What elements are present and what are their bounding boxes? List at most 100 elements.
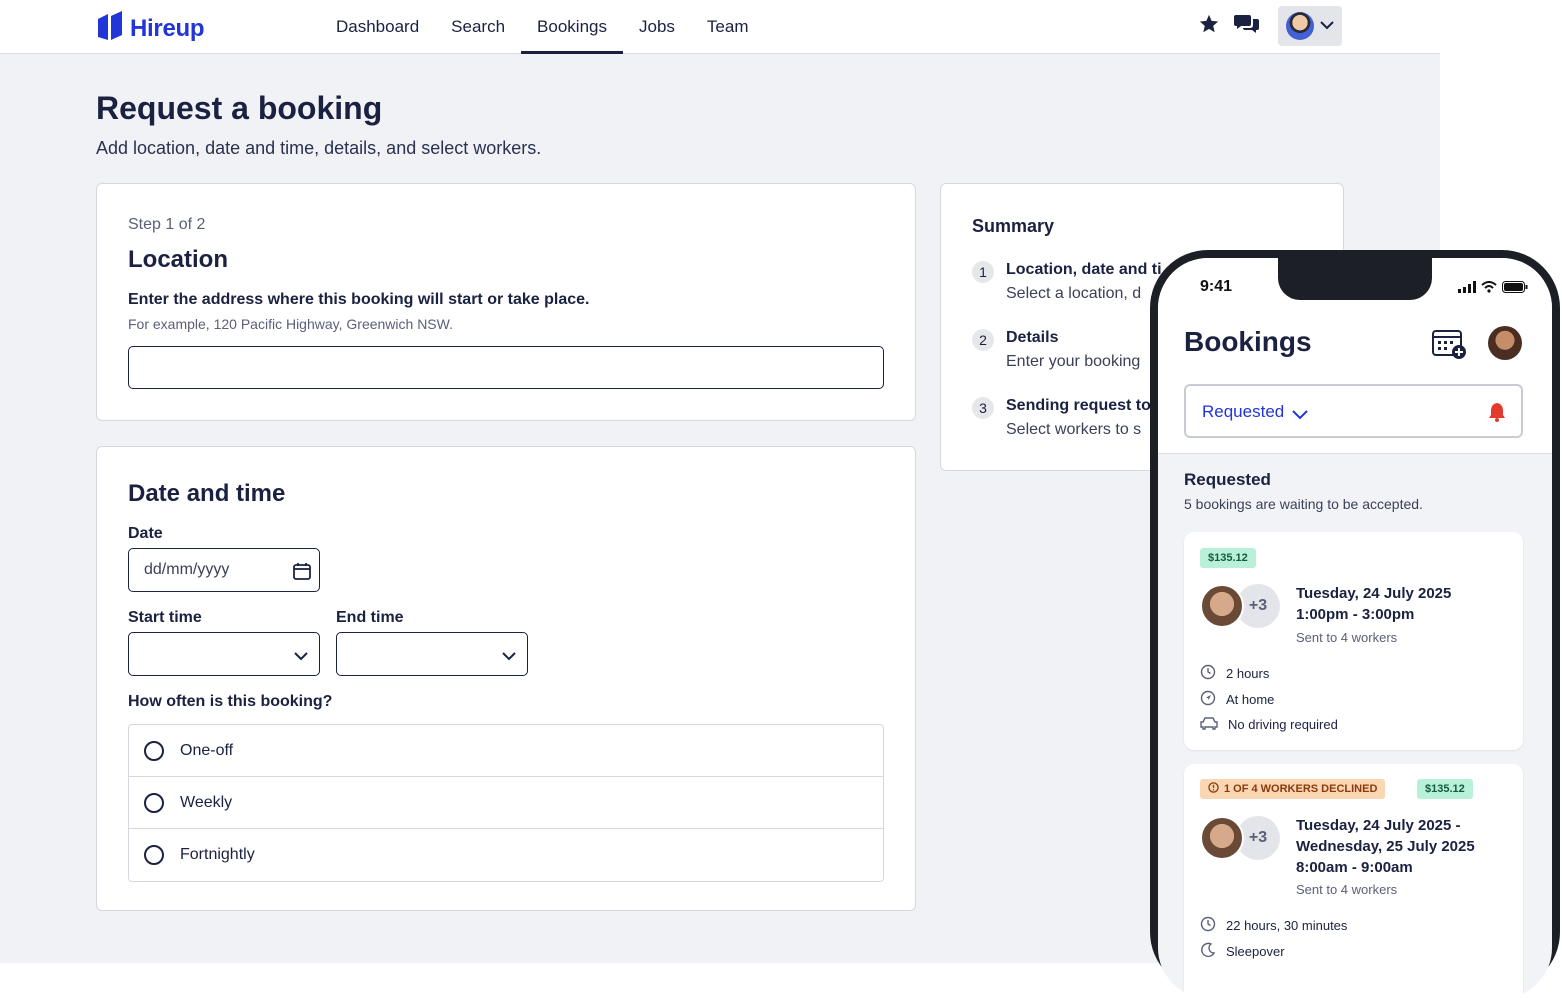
account-menu-button[interactable]	[1278, 6, 1342, 46]
booking-duration: 22 hours, 30 minutes	[1200, 916, 1347, 935]
booking-duration: 2 hours	[1200, 664, 1269, 683]
booking-location: At home	[1200, 690, 1274, 709]
requested-section-title: Requested	[1184, 470, 1271, 489]
radio-button[interactable]	[144, 792, 164, 813]
user-avatar	[1286, 12, 1314, 40]
option-label: Weekly	[180, 793, 233, 811]
booking-sent-status: Sent to 4 workers	[1296, 630, 1398, 645]
star-icon	[1198, 13, 1220, 40]
location-title: Location	[128, 246, 228, 273]
navigation-icon	[1200, 690, 1216, 709]
start-time-label: Start time	[128, 609, 202, 626]
brand-name: Hireup	[130, 14, 205, 42]
phone-notch	[1278, 258, 1432, 300]
nav-dashboard[interactable]: Dashboard	[320, 0, 435, 54]
booking-date-line: Tuesday, 24 July 2025 -	[1296, 817, 1461, 834]
date-input[interactable]: dd/mm/yyyy	[128, 548, 320, 592]
nav-bookings[interactable]: Bookings	[521, 0, 623, 54]
booking-sent-status: Sent to 4 workers	[1296, 882, 1398, 897]
step-description: Enter your booking	[1006, 353, 1141, 370]
status-time: 9:41	[1200, 278, 1233, 295]
chevron-down-icon	[1320, 17, 1334, 35]
nav-team[interactable]: Team	[691, 0, 765, 54]
summary-title: Summary	[972, 216, 1055, 236]
booking-status-filter[interactable]: Requested	[1184, 384, 1523, 438]
step-number: 2	[972, 329, 994, 351]
alert-circle-icon	[1208, 782, 1219, 796]
duration-text: 2 hours	[1226, 666, 1270, 681]
date-time-card: Date and time Date dd/mm/yyyy Start time…	[96, 446, 916, 911]
page-title: Request a booking	[96, 90, 383, 126]
option-label: Fortnightly	[180, 846, 255, 863]
phone-user-avatar[interactable]	[1488, 326, 1522, 360]
booking-date: Tuesday, 24 July 2025 - Wednesday, 25 Ju…	[1296, 815, 1475, 878]
booking-date-line: Wednesday, 25 July 2025	[1296, 838, 1475, 855]
booking-time-line: 1:00pm - 3:00pm	[1296, 606, 1415, 623]
booking-driving: No driving required	[1200, 716, 1338, 733]
date-time-title: Date and time	[128, 480, 286, 507]
page-subtitle: Add location, date and time, details, an…	[96, 138, 542, 158]
start-time-select[interactable]	[128, 632, 320, 676]
price-badge: $135.12	[1417, 779, 1473, 799]
declined-warning-text: 1 OF 4 WORKERS DECLINED	[1224, 783, 1378, 795]
phone-screen: 9:41 Bookings Requested Requested 5 book…	[1158, 258, 1552, 998]
chevron-down-icon	[502, 648, 516, 666]
radio-button[interactable]	[144, 845, 164, 865]
nav-jobs[interactable]: Jobs	[623, 0, 691, 54]
frequency-option-weekly[interactable]: Weekly	[129, 777, 883, 829]
phone-header: 9:41 Bookings Requested	[1158, 258, 1552, 454]
chevron-down-icon	[1292, 407, 1308, 425]
shift-type-text: Sleepover	[1226, 944, 1285, 959]
phone-mockup: 9:41 Bookings Requested Requested 5 book…	[1150, 250, 1560, 998]
brand-logo[interactable]: Hireup	[96, 11, 205, 46]
frequency-option-fortnightly[interactable]: Fortnightly	[129, 829, 883, 881]
battery-icon	[1502, 280, 1528, 298]
date-placeholder: dd/mm/yyyy	[144, 561, 230, 578]
booking-shift-type: Sleepover	[1200, 942, 1285, 961]
clock-icon	[1200, 664, 1216, 683]
frequency-option-one-off[interactable]: One-off	[129, 725, 883, 777]
address-input[interactable]	[128, 346, 884, 389]
worker-avatar	[1200, 816, 1244, 860]
step-description: Select workers to s	[1006, 421, 1142, 438]
moon-icon	[1200, 942, 1216, 961]
step-description: Select a location, d	[1006, 285, 1142, 302]
booking-card[interactable]: $135.12 +3 Tuesday, 24 July 2025 1:00pm …	[1184, 532, 1523, 750]
declined-warning-badge: 1 OF 4 WORKERS DECLINED	[1200, 779, 1386, 799]
price-badge: $135.12	[1200, 548, 1256, 568]
car-icon	[1200, 716, 1218, 733]
calendar-icon[interactable]	[292, 561, 312, 586]
phone-title: Bookings	[1184, 326, 1312, 357]
signal-icon	[1458, 280, 1476, 298]
worker-avatar	[1200, 584, 1244, 628]
main-nav: Dashboard Search Bookings Jobs Team	[320, 0, 764, 54]
step-number: 1	[972, 261, 994, 283]
status-icons	[1458, 280, 1528, 298]
address-hint: For example, 120 Pacific Highway, Greenw…	[128, 316, 453, 332]
hireup-logo-icon	[96, 11, 124, 46]
favourites-button[interactable]	[1190, 6, 1228, 46]
frequency-radio-group: One-off Weekly Fortnightly	[128, 724, 884, 882]
end-time-select[interactable]	[336, 632, 528, 676]
address-label: Enter the address where this booking wil…	[128, 291, 590, 308]
booking-date-line: Tuesday, 24 July 2025	[1296, 585, 1452, 602]
chevron-down-icon	[294, 648, 308, 666]
frequency-label: How often is this booking?	[128, 693, 333, 710]
step-number: 3	[972, 397, 994, 419]
end-time-label: End time	[336, 609, 404, 626]
duration-text: 22 hours, 30 minutes	[1226, 918, 1348, 933]
step-heading: Location, date and ti	[1006, 261, 1162, 278]
requested-section-desc: 5 bookings are waiting to be accepted.	[1184, 496, 1423, 512]
clock-icon	[1200, 916, 1216, 935]
date-label: Date	[128, 525, 163, 542]
calendar-add-icon[interactable]	[1432, 328, 1468, 365]
bell-alert-icon	[1488, 402, 1506, 427]
filter-label: Requested	[1202, 402, 1285, 421]
wifi-icon	[1481, 280, 1497, 298]
location-card: Step 1 of 2 Location Enter the address w…	[96, 183, 916, 421]
step-heading: Sending request to	[1006, 397, 1151, 414]
radio-button[interactable]	[144, 740, 164, 761]
option-label: One-off	[180, 741, 234, 759]
messages-button[interactable]	[1228, 6, 1266, 46]
nav-search[interactable]: Search	[435, 0, 521, 54]
